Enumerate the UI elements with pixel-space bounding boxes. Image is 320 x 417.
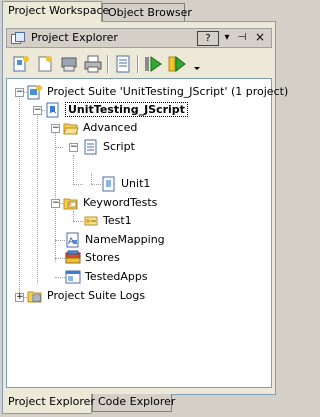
tree-node-label: TestedApps bbox=[85, 270, 148, 283]
explorer-toolbar bbox=[7, 52, 271, 76]
tab-object-browser[interactable]: Object Browser bbox=[102, 3, 192, 22]
tree-node-label: Test1 bbox=[103, 214, 132, 227]
stores-icon bbox=[65, 250, 81, 266]
project-tree[interactable]: − Project Suite 'UnitTesting_JScript' (1… bbox=[6, 78, 288, 388]
new-project-suite-icon[interactable] bbox=[11, 54, 31, 74]
keyword-test-icon bbox=[83, 213, 99, 229]
advanced-collapse-toggle[interactable]: − bbox=[51, 124, 60, 133]
tree-line bbox=[73, 155, 74, 185]
print-icon[interactable] bbox=[83, 54, 103, 74]
tree-line bbox=[55, 147, 63, 148]
tree-line bbox=[73, 221, 83, 222]
tab-project-explorer[interactable]: Project Explorer bbox=[2, 394, 95, 414]
tree-node-label: Unit1 bbox=[121, 177, 151, 190]
properties-icon[interactable] bbox=[113, 54, 133, 74]
run-icon[interactable] bbox=[143, 54, 163, 74]
keywordtests-collapse-toggle[interactable]: − bbox=[51, 199, 60, 208]
tree-node-label: Advanced bbox=[83, 121, 138, 134]
name-mapping-icon: A bbox=[65, 232, 81, 248]
script-collapse-toggle[interactable]: − bbox=[69, 143, 78, 152]
close-icon[interactable]: × bbox=[253, 31, 267, 46]
tree-node-label: NameMapping bbox=[85, 233, 165, 246]
project-icon bbox=[45, 102, 61, 118]
top-tab-strip: Project Workspace Object Browser bbox=[0, 0, 278, 22]
suite-collapse-toggle[interactable]: − bbox=[15, 88, 24, 97]
tab-code-explorer[interactable]: Code Explorer bbox=[92, 394, 175, 412]
unit-file-icon bbox=[101, 176, 117, 192]
tree-line bbox=[37, 111, 38, 283]
project-explorer-icon bbox=[11, 32, 25, 44]
toolbar-separator bbox=[137, 55, 139, 73]
project-explorer-panel: Project Explorer ? ▾ ⊣ × − Project Suite… bbox=[2, 21, 288, 395]
panel-title: Project Explorer bbox=[31, 31, 118, 44]
script-icon bbox=[83, 139, 99, 155]
tree-node-label: Script bbox=[103, 140, 135, 153]
tree-line bbox=[55, 258, 65, 259]
toolbar-separator bbox=[107, 55, 109, 73]
keyword-tests-icon bbox=[63, 195, 79, 211]
tree-node-label: Stores bbox=[85, 251, 120, 264]
logs-expand-toggle[interactable]: + bbox=[15, 293, 24, 302]
panel-title-bar: Project Explorer ? ▾ ⊣ × bbox=[6, 28, 272, 48]
tree-line bbox=[91, 184, 101, 185]
folder-open-icon bbox=[63, 120, 79, 136]
tree-node-label-selected: UnitTesting_JScript bbox=[65, 102, 188, 117]
run-selected-icon[interactable] bbox=[167, 54, 187, 74]
toolbar-dropdown-icon[interactable] bbox=[187, 54, 200, 74]
project-suite-icon bbox=[27, 84, 43, 100]
tree-line bbox=[55, 240, 65, 241]
add-item-icon[interactable] bbox=[35, 54, 55, 74]
tree-node-label: Project Suite 'UnitTesting_JScript' (1 p… bbox=[47, 85, 289, 98]
tested-apps-icon bbox=[65, 269, 81, 285]
tree-line bbox=[19, 93, 20, 295]
tree-node-label: Project Suite Logs bbox=[47, 289, 146, 302]
options-dropdown-icon[interactable]: ▾ bbox=[221, 31, 233, 46]
logs-icon bbox=[27, 288, 43, 304]
tree-line bbox=[73, 184, 83, 185]
tree-line bbox=[73, 211, 74, 221]
pin-icon[interactable]: ⊣ bbox=[235, 31, 249, 46]
project-collapse-toggle[interactable]: − bbox=[33, 106, 42, 115]
tab-project-workspace[interactable]: Project Workspace bbox=[2, 1, 109, 22]
tree-line bbox=[55, 277, 65, 278]
bottom-tab-strip: Project Explorer Code Explorer bbox=[0, 394, 278, 417]
tree-line bbox=[91, 173, 92, 184]
help-button[interactable]: ? bbox=[197, 31, 219, 46]
tree-line bbox=[55, 129, 56, 262]
tree-node-label: KeywordTests bbox=[83, 196, 158, 209]
open-icon[interactable] bbox=[59, 54, 79, 74]
